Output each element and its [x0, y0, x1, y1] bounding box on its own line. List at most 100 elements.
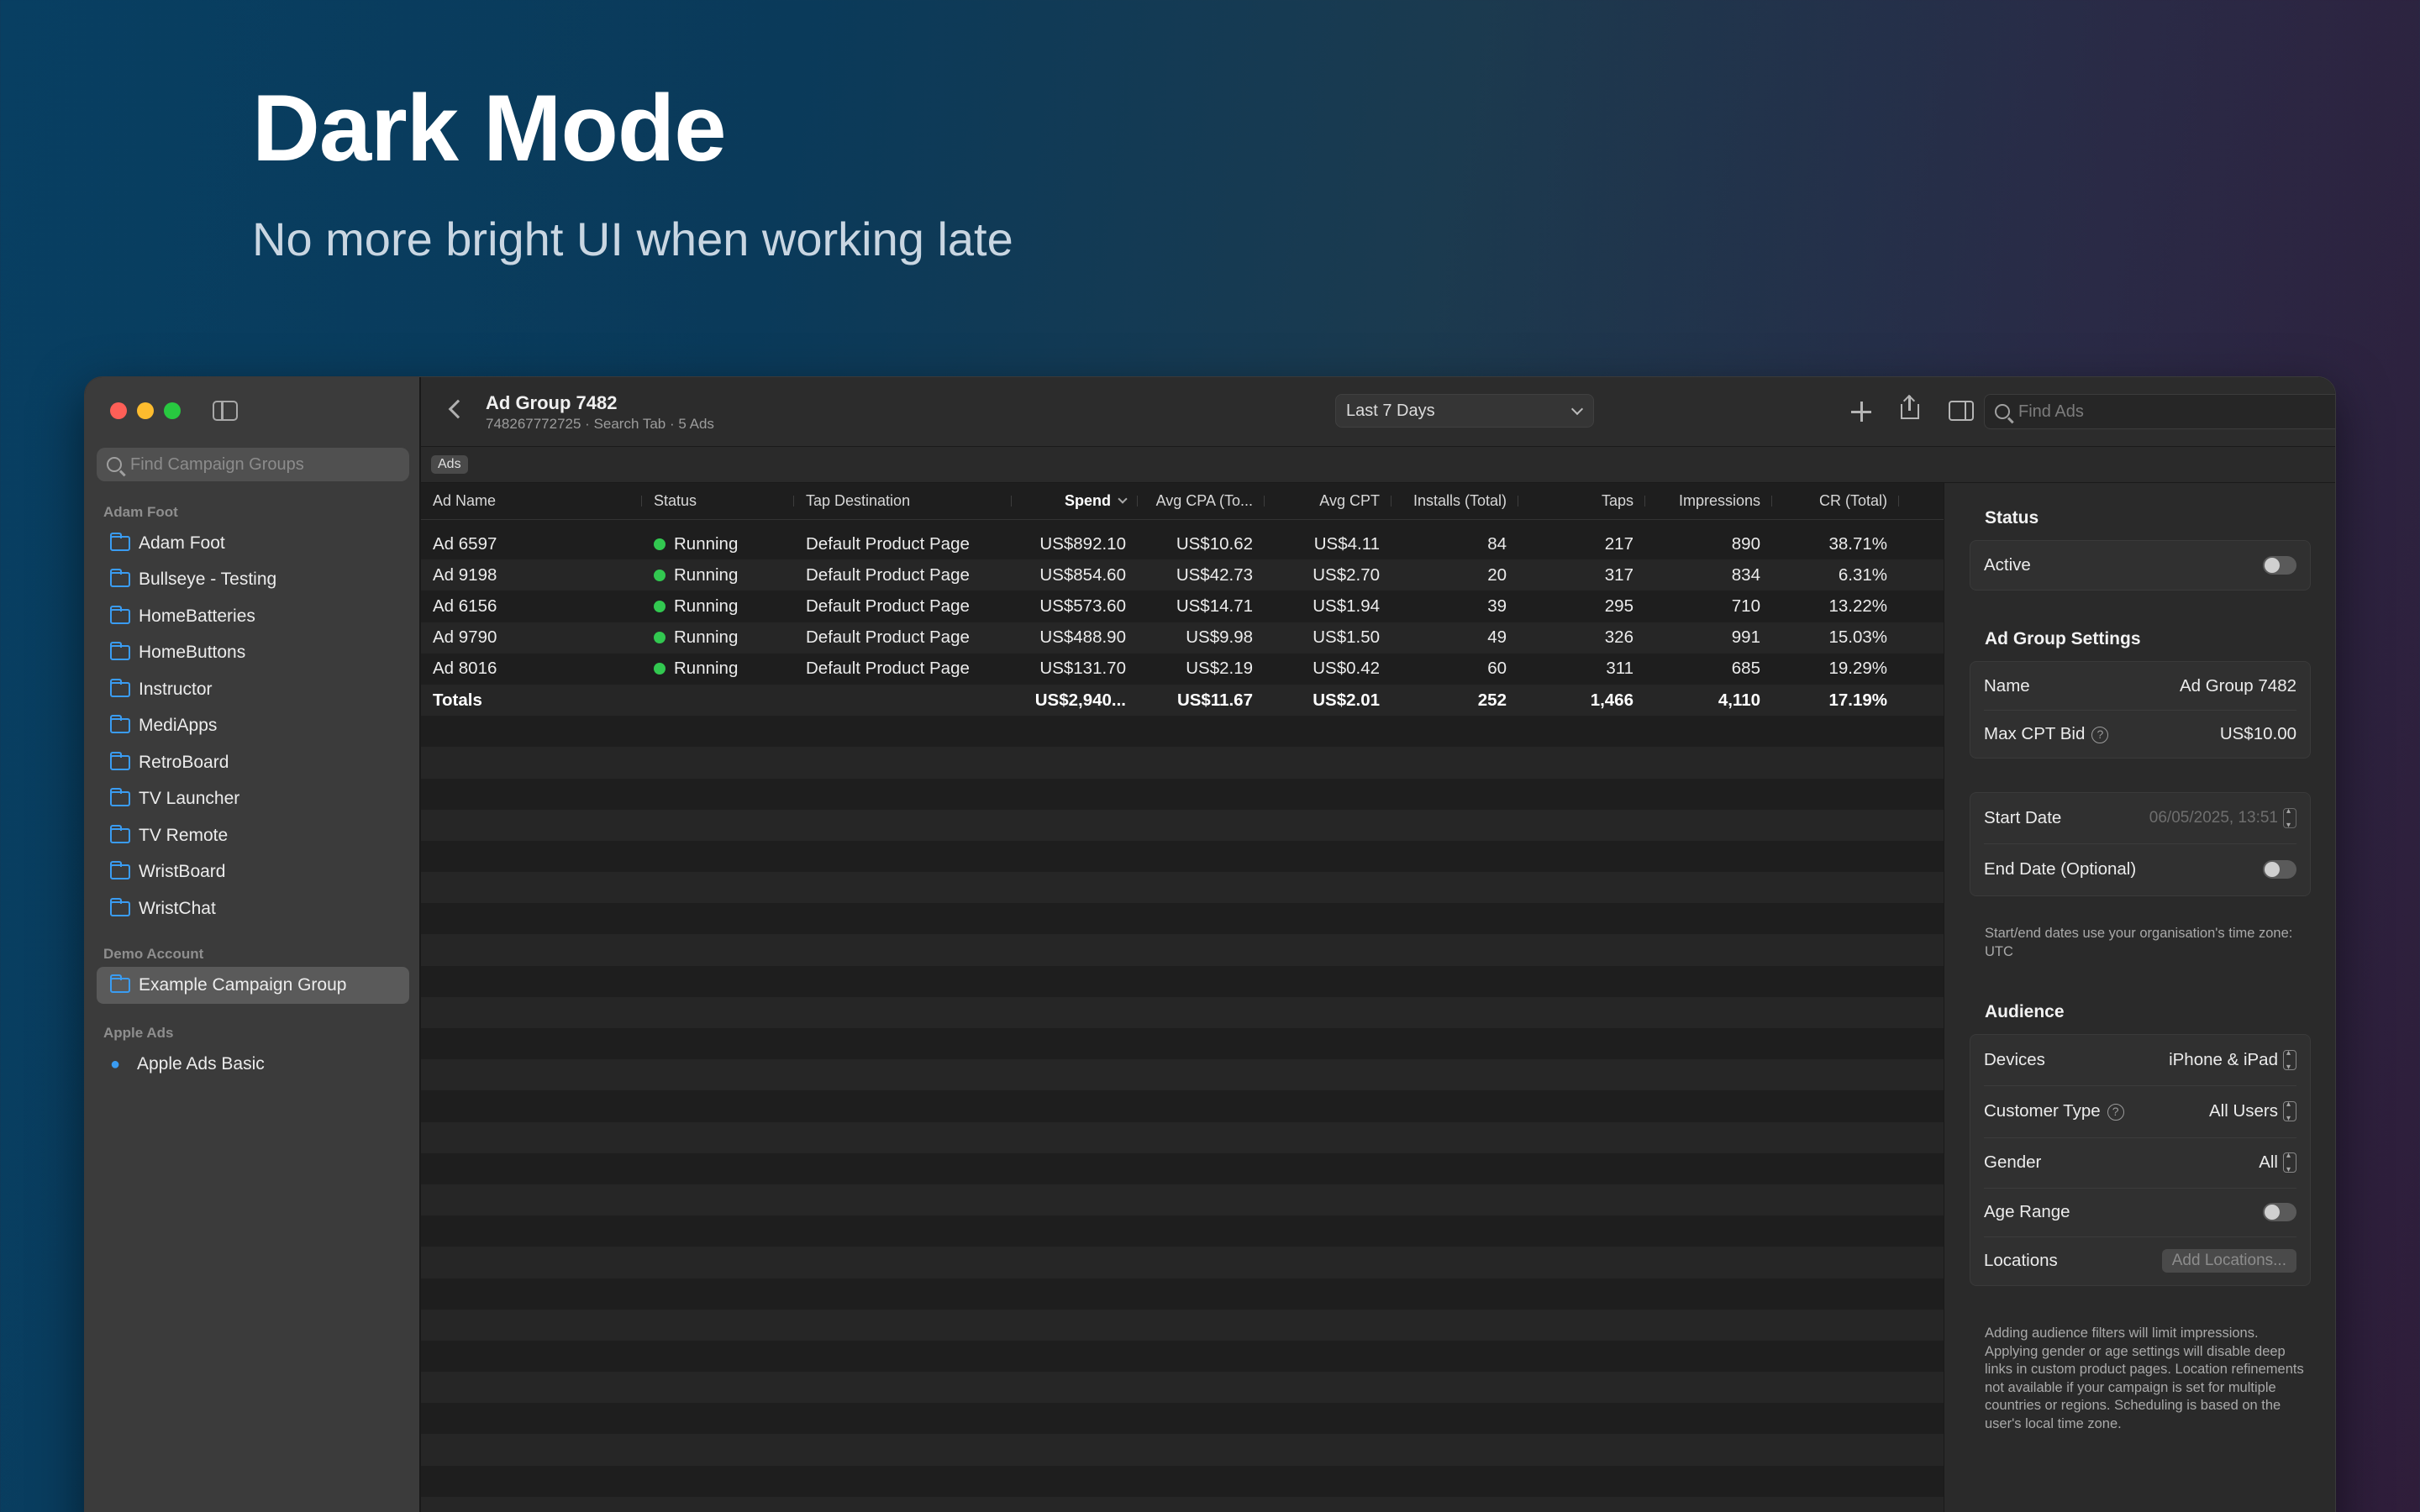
column-header-label: Impressions [1678, 492, 1760, 509]
add-locations-button[interactable]: Add Locations... [2161, 1249, 2296, 1273]
sidebar-item[interactable]: RetroBoard [85, 744, 421, 781]
sidebar-item[interactable]: TV Remote [85, 817, 421, 854]
status-card: Active [1970, 540, 2311, 591]
sidebar-item[interactable]: Instructor [85, 671, 421, 708]
end-date-toggle[interactable] [2263, 860, 2296, 879]
devices-popup[interactable]: iPhone & iPad [2169, 1048, 2296, 1072]
inspector-toggle-icon[interactable] [1949, 401, 1974, 421]
column-header[interactable]: Impressions [1645, 492, 1772, 510]
date-stepper[interactable] [2283, 806, 2296, 830]
start-date-value[interactable]: 06/05/2025, 13:51 [2149, 809, 2278, 827]
status-running-icon [654, 600, 666, 612]
cell-value: 17.19% [1828, 690, 1887, 710]
sidebar-item-label: HomeBatteries [139, 606, 255, 626]
share-icon[interactable] [1897, 394, 1923, 421]
date-range-select[interactable]: Last 7 Days [1335, 394, 1594, 428]
cell-value: Default Product Page [806, 564, 970, 585]
cell-value: 60 [1487, 659, 1507, 679]
minimize-window-button[interactable] [137, 402, 154, 419]
sidebar-item[interactable]: TV Launcher [85, 781, 421, 818]
table-row[interactable]: Ad 6156 Running Default Product Page US$573… [421, 591, 1944, 622]
sidebar-section-heading: Apple Ads [103, 1025, 174, 1041]
find-ads-search[interactable] [1984, 394, 2335, 429]
sidebar-section: Apple Ads ● Apple Ads Basic [85, 1021, 421, 1083]
table-row[interactable]: Ad 9198 Running Default Product Page US$854… [421, 559, 1944, 591]
sidebar-item[interactable]: HomeButtons [85, 635, 421, 672]
sidebar-item-label: WristBoard [139, 862, 226, 882]
cell-value: US$42.73 [1176, 564, 1253, 585]
empty-row [421, 1278, 1944, 1310]
folder-icon [110, 974, 130, 993]
column-header[interactable]: CR (Total) [1772, 492, 1899, 510]
max-cpt-value[interactable]: US$10.00 [2220, 724, 2296, 744]
sidebar-item[interactable]: MediApps [85, 708, 421, 745]
customer-type-popup[interactable]: All Users [2209, 1100, 2296, 1123]
sidebar-item[interactable]: Bullseye - Testing [85, 562, 421, 599]
cell-value: 217 [1604, 533, 1634, 554]
gender-popup[interactable]: All [2259, 1151, 2296, 1174]
column-header[interactable]: Spend [1012, 492, 1138, 510]
close-window-button[interactable] [110, 402, 127, 419]
column-header[interactable]: Tap Destination [794, 492, 1012, 510]
help-icon[interactable]: ? [2091, 726, 2109, 743]
audience-card: Devices iPhone & iPad Customer Type? All… [1970, 1034, 2311, 1286]
campaign-group-search-input[interactable] [130, 454, 399, 475]
table-cell: 685 [1645, 659, 1772, 679]
column-header[interactable]: Avg CPT [1265, 492, 1392, 510]
table-cell: Ad 9790 [421, 627, 642, 648]
column-header[interactable]: Ad Name [421, 492, 642, 510]
column-header[interactable]: Avg CPA (To... [1138, 492, 1265, 510]
app-window: Adam Foot Adam Foot Bullseye - Testing Home… [84, 376, 2336, 1512]
hero-title: Dark Mode [252, 76, 727, 181]
date-range-value: Last 7 Days [1346, 401, 1435, 420]
campaign-group-search[interactable] [97, 448, 409, 481]
table-cell: 60 [1392, 659, 1518, 679]
cell-value: Running [674, 596, 739, 616]
table-row[interactable]: Ad 8016 Running Default Product Page US$131… [421, 653, 1944, 685]
folder-icon [110, 642, 130, 661]
empty-row [421, 778, 1944, 810]
table-cell: 890 [1645, 534, 1772, 554]
table-cell: Default Product Page [794, 627, 1012, 648]
help-icon[interactable]: ? [2107, 1104, 2124, 1121]
back-chevron-icon[interactable] [448, 399, 468, 419]
cell-value: 13.22% [1828, 596, 1887, 616]
popup-chevron-icon [2283, 1151, 2296, 1174]
sidebar-item[interactable]: WristChat [85, 890, 421, 927]
cell-value: US$2.19 [1186, 659, 1253, 679]
column-header[interactable]: Installs (Total) [1392, 492, 1518, 510]
sidebar-item[interactable]: Adam Foot [85, 525, 421, 562]
cell-value: 1,466 [1590, 690, 1634, 710]
table-cell: US$2.01 [1265, 690, 1392, 711]
column-header[interactable]: Status [642, 492, 794, 510]
cell-value: Default Product Page [806, 659, 970, 679]
table-cell: 49 [1392, 627, 1518, 648]
sidebar-item[interactable]: WristBoard [85, 854, 421, 891]
table-cell: Running [642, 596, 794, 617]
find-ads-input[interactable] [2018, 402, 2335, 422]
table-row[interactable]: Ad 9790 Running Default Product Page US$488… [421, 622, 1944, 654]
age-range-toggle[interactable] [2263, 1203, 2296, 1221]
sidebar-toggle-icon[interactable] [213, 401, 238, 421]
empty-row [421, 903, 1944, 935]
empty-row [421, 965, 1944, 997]
folder-icon [110, 897, 130, 916]
add-icon[interactable] [1849, 399, 1875, 424]
empty-row [421, 996, 1944, 1028]
sidebar-item[interactable]: HomeBatteries [85, 598, 421, 635]
tab-ads[interactable]: Ads [431, 455, 468, 474]
sidebar-item-label: Apple Ads Basic [137, 1053, 265, 1074]
sidebar-item[interactable]: ● Apple Ads Basic [85, 1046, 421, 1083]
table-cell: US$9.98 [1138, 627, 1265, 648]
chevron-down-icon [1570, 402, 1584, 416]
active-toggle[interactable] [2263, 556, 2296, 575]
name-value[interactable]: Ad Group 7482 [2180, 676, 2296, 696]
column-header-label: Ad Name [433, 492, 497, 509]
cell-value: Default Product Page [806, 533, 970, 554]
cell-value: 15.03% [1828, 627, 1887, 648]
column-header[interactable]: Taps [1518, 492, 1645, 510]
table-row[interactable]: Ad 6597 Running Default Product Page US$892… [421, 528, 1944, 560]
table-body: Ad 6597 Running Default Product Page US$892… [421, 520, 1944, 1512]
sidebar-item[interactable]: Example Campaign Group [97, 967, 409, 1004]
zoom-window-button[interactable] [164, 402, 181, 419]
